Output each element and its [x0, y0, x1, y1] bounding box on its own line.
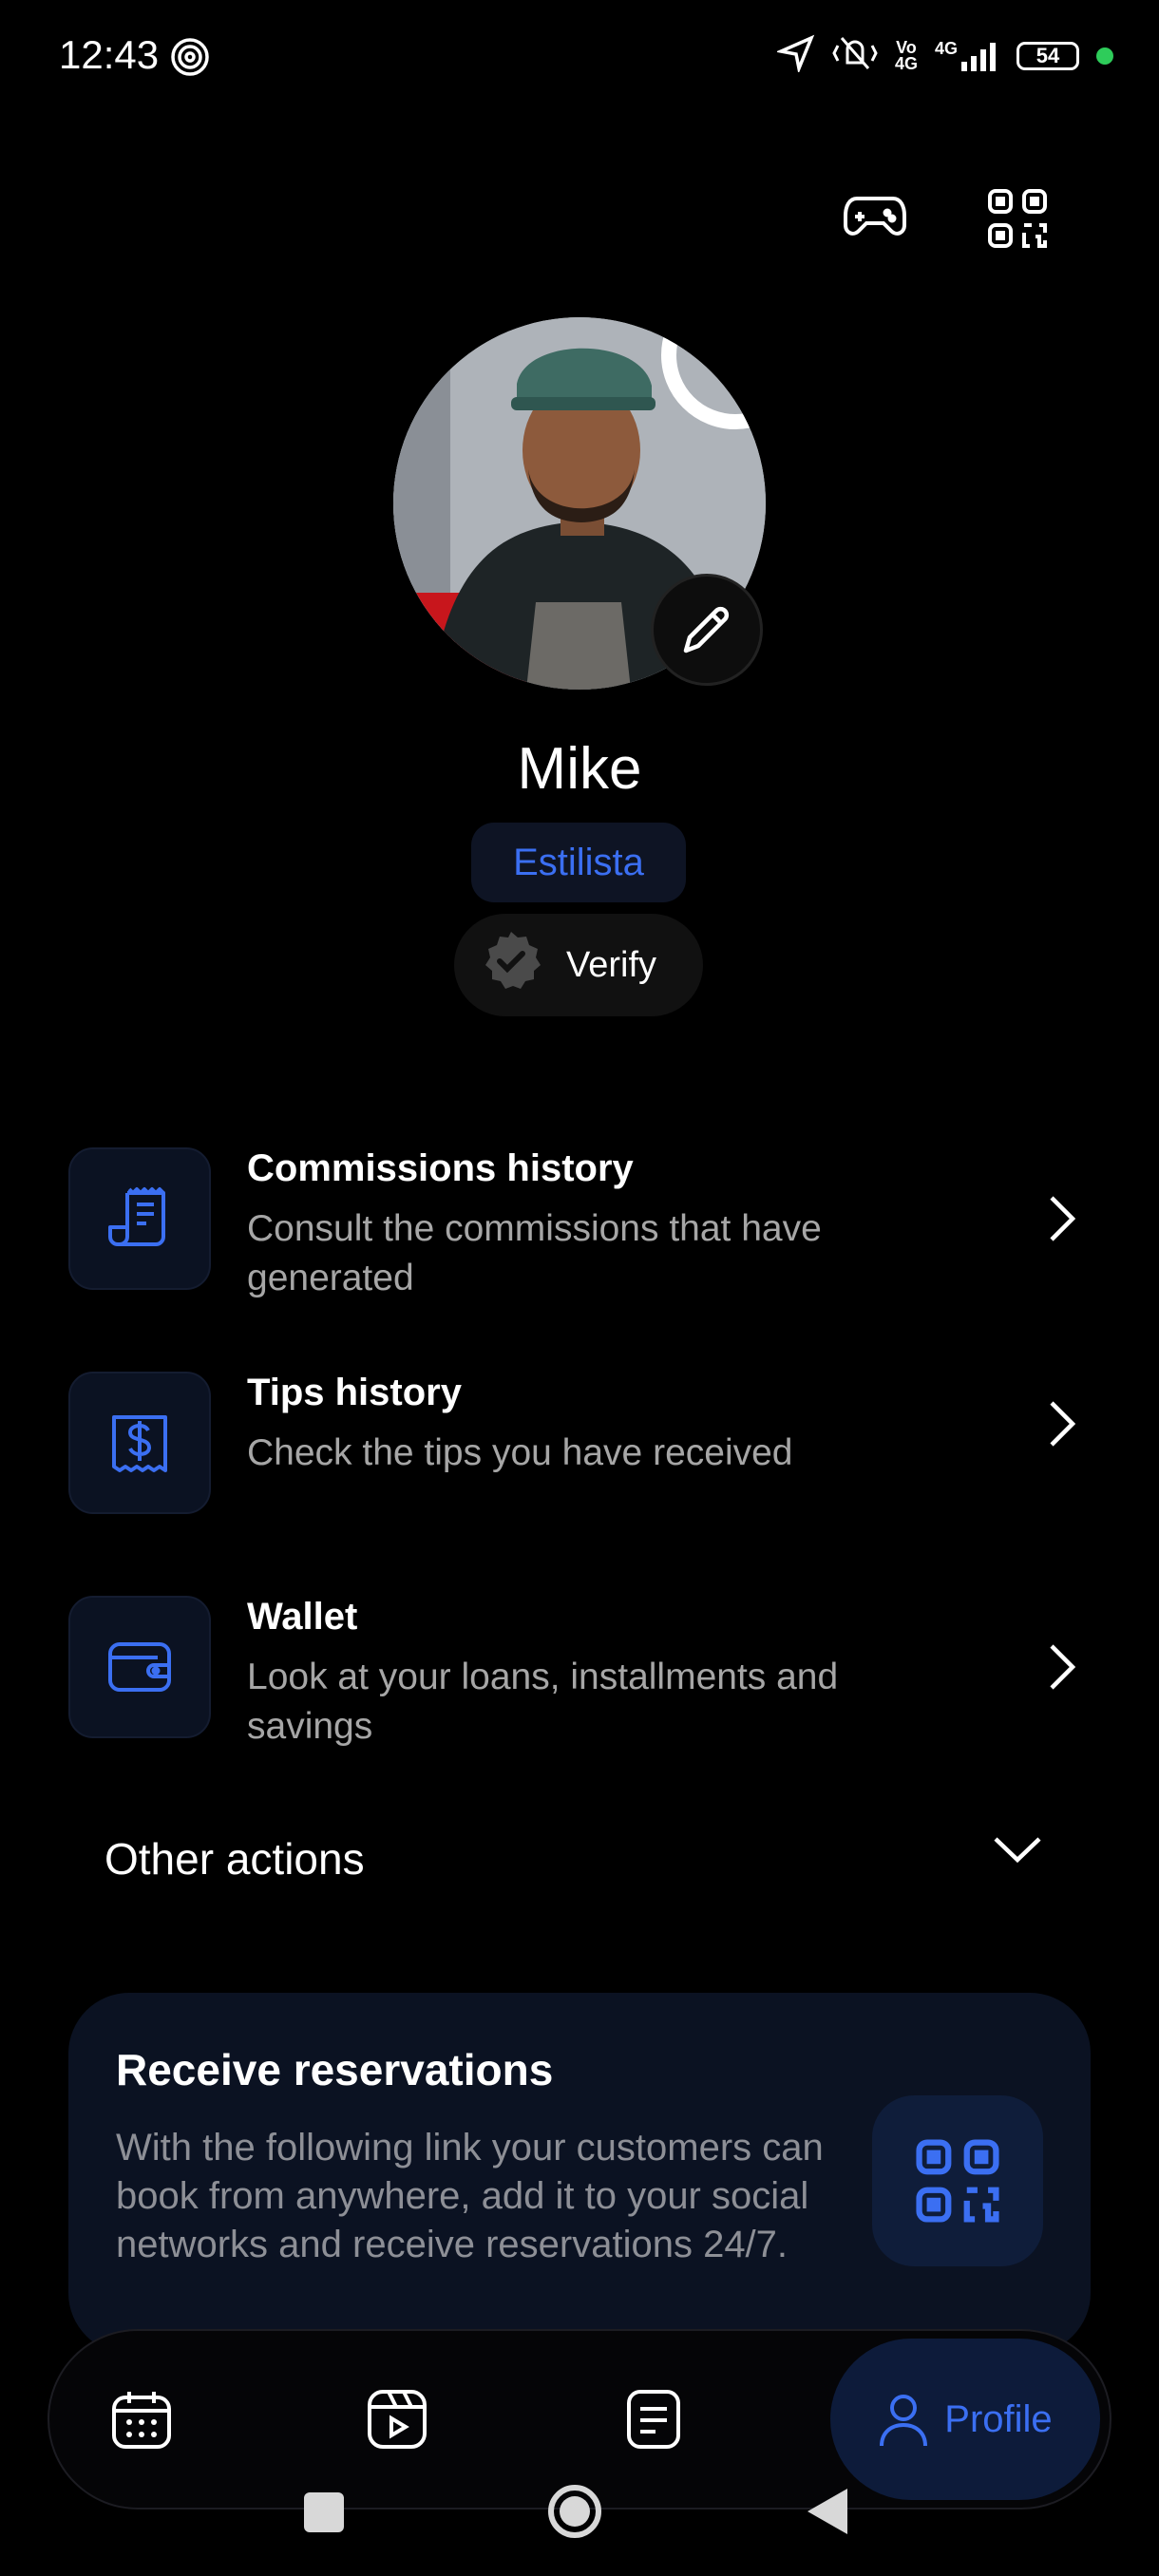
location-icon: [775, 34, 815, 77]
reservations-title: Receive reservations: [116, 2045, 554, 2094]
row-description: Look at your loans, installments and sav…: [247, 1657, 839, 1747]
nav-profile[interactable]: Profile: [830, 2339, 1100, 2500]
status-icons: Vo 4G 4G 54: [775, 34, 1113, 77]
chevron-right-icon: [1034, 1391, 1091, 1457]
role-badge: Estilista: [471, 823, 686, 902]
home-button[interactable]: [546, 2483, 603, 2540]
hotspot-icon: [169, 36, 211, 83]
verified-badge-icon: [481, 930, 542, 1000]
gamepad-icon: [844, 197, 906, 236]
row-icon-box: [68, 1372, 211, 1514]
menu-row-tips[interactable]: Tips history Check the tips you have rec…: [68, 1372, 1091, 1524]
reservation-qr-button[interactable]: [872, 2095, 1043, 2266]
game-button[interactable]: [837, 179, 913, 255]
video-icon: [368, 2390, 427, 2449]
volte-indicator: Vo 4G: [894, 37, 918, 73]
document-icon: [627, 2390, 680, 2449]
row-title: Commissions history: [247, 1147, 634, 1189]
row-icon-box: [68, 1596, 211, 1738]
reservations-description: With the following link your customers c…: [116, 2127, 824, 2265]
qr-code-icon: [988, 189, 1047, 248]
pencil-icon: [683, 606, 730, 653]
dollar-bill-icon: [112, 1415, 167, 1472]
silent-vibrate-icon: [832, 34, 878, 77]
row-title: Wallet: [247, 1596, 358, 1638]
user-icon: [880, 2395, 928, 2447]
other-actions-toggle[interactable]: Other actions: [104, 1833, 365, 1885]
verify-button[interactable]: Verify: [454, 914, 703, 1016]
calendar-icon: [112, 2392, 171, 2449]
row-description: Consult the commissions that have genera…: [247, 1208, 822, 1298]
row-description: Check the tips you have received: [247, 1432, 793, 1473]
edit-avatar-button[interactable]: [651, 574, 763, 686]
privacy-dot: [1096, 47, 1113, 65]
profile-name: Mike: [517, 736, 642, 802]
wallet-icon: [108, 1642, 171, 1692]
nav-videos[interactable]: [345, 2367, 449, 2472]
qr-code-icon: [916, 2139, 999, 2223]
status-time: 12:43: [59, 32, 160, 77]
back-button[interactable]: [804, 2485, 851, 2538]
menu-row-wallet[interactable]: Wallet Look at your loans, installments …: [68, 1596, 1091, 1748]
row-icon-box: [68, 1147, 211, 1290]
nav-calendar[interactable]: [89, 2367, 194, 2472]
nav-profile-label: Profile: [944, 2397, 1053, 2440]
battery-indicator: 54: [1016, 41, 1079, 70]
row-title: Tips history: [247, 1372, 462, 1413]
chevron-right-icon: [1034, 1185, 1091, 1252]
nav-documents[interactable]: [601, 2367, 706, 2472]
recents-button[interactable]: [304, 2492, 344, 2532]
signal-icon: 4G: [935, 40, 999, 71]
qr-button[interactable]: [979, 180, 1055, 256]
chevron-down-icon[interactable]: [992, 1833, 1049, 1890]
menu-row-commissions[interactable]: Commissions history Consult the commissi…: [68, 1147, 1091, 1299]
receipt-icon: [108, 1187, 165, 1246]
verify-label: Verify: [566, 944, 657, 985]
chevron-right-icon: [1034, 1634, 1091, 1700]
